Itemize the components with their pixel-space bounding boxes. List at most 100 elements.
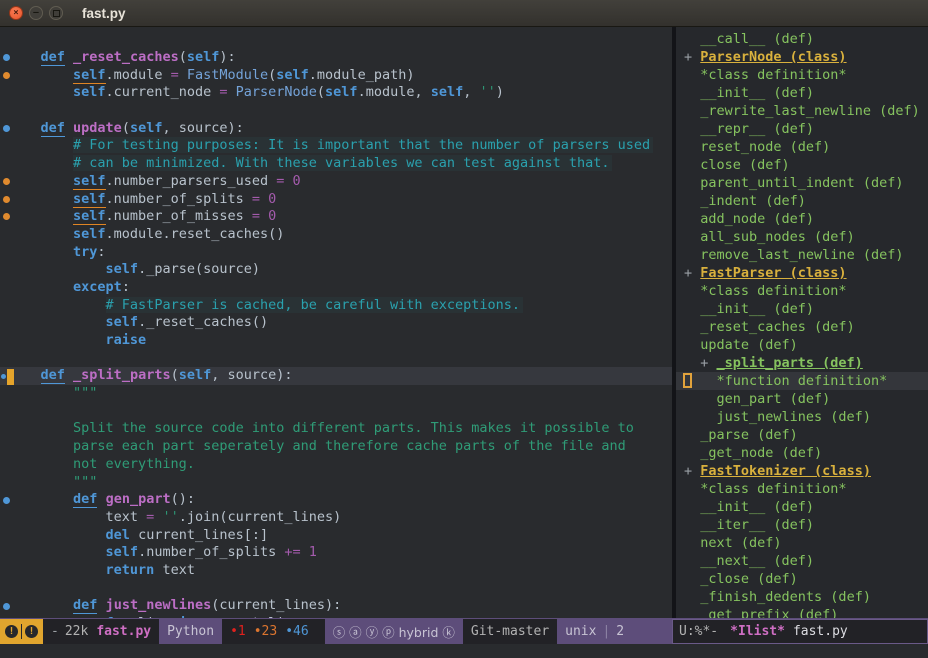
- code-line[interactable]: del current_lines[:]: [0, 527, 672, 545]
- outline-item[interactable]: + _split_parts (def): [676, 354, 928, 372]
- code-line[interactable]: self.module.reset_caches(): [0, 226, 672, 244]
- outline-item-label: _finish_dedents (def): [700, 589, 871, 605]
- outline-item[interactable]: + FastParser (class): [676, 264, 928, 282]
- ilist-target-filename: fast.py: [793, 624, 848, 639]
- code-line[interactable]: self._parse(source): [0, 261, 672, 279]
- window-number-badge[interactable]: ! !: [0, 619, 43, 644]
- outline-item[interactable]: _finish_dedents (def): [676, 588, 928, 606]
- outline-item[interactable]: next (def): [676, 534, 928, 552]
- outline-item[interactable]: remove_last_newline (def): [676, 246, 928, 264]
- outline-item[interactable]: gen_part (def): [676, 390, 928, 408]
- outline-item-label: *class definition*: [700, 481, 846, 497]
- outline-item-label: __init__ (def): [700, 499, 814, 515]
- code-line[interactable]: def _reset_caches(self):: [0, 49, 672, 67]
- minor-modes-chip[interactable]: ⓢ ⓐ ⓨ ⓟ hybrid ⓚ: [325, 619, 463, 644]
- code-line[interactable]: [0, 350, 672, 368]
- minimize-icon[interactable]: –: [29, 6, 43, 20]
- outline-item[interactable]: _indent (def): [676, 192, 928, 210]
- code-line[interactable]: """: [0, 385, 672, 403]
- outline-item-label: just_newlines (def): [717, 409, 871, 425]
- code-line[interactable]: self.number_parsers_used = 0: [0, 173, 672, 191]
- outline-expand-prefix: [684, 121, 700, 137]
- code-line[interactable]: def gen_part():: [0, 491, 672, 509]
- outline-expand-prefix: [684, 571, 700, 587]
- code-line[interactable]: self._reset_caches(): [0, 314, 672, 332]
- outline-item[interactable]: __next__ (def): [676, 552, 928, 570]
- code-line[interactable]: def update(self, source):: [0, 120, 672, 138]
- echo-area[interactable]: [0, 644, 928, 658]
- outline-item[interactable]: __init__ (def): [676, 300, 928, 318]
- outline-item[interactable]: _get_prefix (def): [676, 606, 928, 618]
- modeline: ! ! - 22k fast.py Python •1 •23 •46 ⓢ ⓐ …: [0, 618, 928, 644]
- code-line[interactable]: raise: [0, 332, 672, 350]
- outline-item-label: next (def): [700, 535, 781, 551]
- outline-item[interactable]: + FastTokenizer (class): [676, 462, 928, 480]
- outline-item[interactable]: update (def): [676, 336, 928, 354]
- outline-item-label: reset_node (def): [700, 139, 830, 155]
- major-mode-chip[interactable]: Python: [159, 619, 222, 644]
- outline-expand-prefix: +: [684, 265, 700, 281]
- outline-expand-prefix: [684, 427, 700, 443]
- outline-item[interactable]: _rewrite_last_newline (def): [676, 102, 928, 120]
- flycheck-counts[interactable]: •1 •23 •46: [222, 619, 325, 644]
- maximize-icon[interactable]: [49, 6, 63, 20]
- outline-item[interactable]: __init__ (def): [676, 84, 928, 102]
- outline-item[interactable]: *class definition*: [676, 480, 928, 498]
- code-line[interactable]: def _split_parts(self, source):: [0, 367, 672, 385]
- outline-item[interactable]: *function definition*: [676, 372, 928, 390]
- ilist-buffer-name[interactable]: *Ilist*: [730, 624, 785, 639]
- modeline-left: ! ! - 22k fast.py Python •1 •23 •46 ⓢ ⓐ …: [0, 619, 672, 644]
- code-line[interactable]: def just_newlines(current_lines):: [0, 597, 672, 615]
- code-line[interactable]: Split the source code into different par…: [0, 420, 672, 438]
- code-line[interactable]: parse each part seperately and therefore…: [0, 438, 672, 456]
- outline-item[interactable]: __repr__ (def): [676, 120, 928, 138]
- code-line[interactable]: self.number_of_splits += 1: [0, 544, 672, 562]
- warning-count[interactable]: •23: [254, 624, 277, 639]
- outline-item[interactable]: _close (def): [676, 570, 928, 588]
- outline-item[interactable]: parent_until_indent (def): [676, 174, 928, 192]
- close-icon[interactable]: ×: [9, 6, 23, 20]
- outline-item[interactable]: __iter__ (def): [676, 516, 928, 534]
- outline-item[interactable]: + ParserNode (class): [676, 48, 928, 66]
- imenu-sidebar: __call__ (def)+ ParserNode (class) *clas…: [676, 27, 928, 618]
- code-line[interactable]: # can be minimized. With these variables…: [0, 155, 672, 173]
- code-line[interactable]: text = ''.join(current_lines): [0, 509, 672, 527]
- outline-item[interactable]: __call__ (def): [676, 30, 928, 48]
- code-line[interactable]: self.current_node = ParserNode(self.modu…: [0, 84, 672, 102]
- code-line[interactable]: try:: [0, 244, 672, 262]
- outline-item[interactable]: just_newlines (def): [676, 408, 928, 426]
- code-line[interactable]: except:: [0, 279, 672, 297]
- code-line[interactable]: [0, 403, 672, 421]
- outline-item-label: gen_part (def): [717, 391, 831, 407]
- outline-item-label: *function definition*: [717, 373, 888, 389]
- code-lines: def _reset_caches(self): self.module = F…: [0, 49, 672, 618]
- encoding-chip[interactable]: unix | 2: [557, 619, 672, 644]
- outline-item[interactable]: reset_node (def): [676, 138, 928, 156]
- buffer-filename: fast.py: [96, 624, 151, 639]
- code-line[interactable]: [0, 102, 672, 120]
- code-line[interactable]: [0, 580, 672, 598]
- outline-item[interactable]: _reset_caches (def): [676, 318, 928, 336]
- code-line[interactable]: # For testing purposes: It is important …: [0, 137, 672, 155]
- code-line[interactable]: self.number_of_misses = 0: [0, 208, 672, 226]
- outline-item[interactable]: __init__ (def): [676, 498, 928, 516]
- outline-item[interactable]: _parse (def): [676, 426, 928, 444]
- outline-item[interactable]: close (def): [676, 156, 928, 174]
- outline-item[interactable]: *class definition*: [676, 66, 928, 84]
- code-line[interactable]: not everything.: [0, 456, 672, 474]
- warning-fringe-dot: [3, 178, 10, 185]
- outline-item[interactable]: *class definition*: [676, 282, 928, 300]
- code-line[interactable]: # FastParser is cached, be careful with …: [0, 297, 672, 315]
- code-line[interactable]: self.number_of_splits = 0: [0, 191, 672, 209]
- outline-item[interactable]: _get_node (def): [676, 444, 928, 462]
- warning-fringe-dot: [3, 72, 10, 79]
- git-branch[interactable]: Git-master: [463, 619, 557, 644]
- outline-item[interactable]: add_node (def): [676, 210, 928, 228]
- code-line[interactable]: """: [0, 474, 672, 492]
- outline-item[interactable]: all_sub_nodes (def): [676, 228, 928, 246]
- error-count[interactable]: •1: [230, 624, 246, 639]
- code-line[interactable]: self.module = FastModule(self.module_pat…: [0, 67, 672, 85]
- info-count[interactable]: •46: [285, 624, 308, 639]
- outline-expand-prefix: [684, 391, 717, 407]
- code-line[interactable]: return text: [0, 562, 672, 580]
